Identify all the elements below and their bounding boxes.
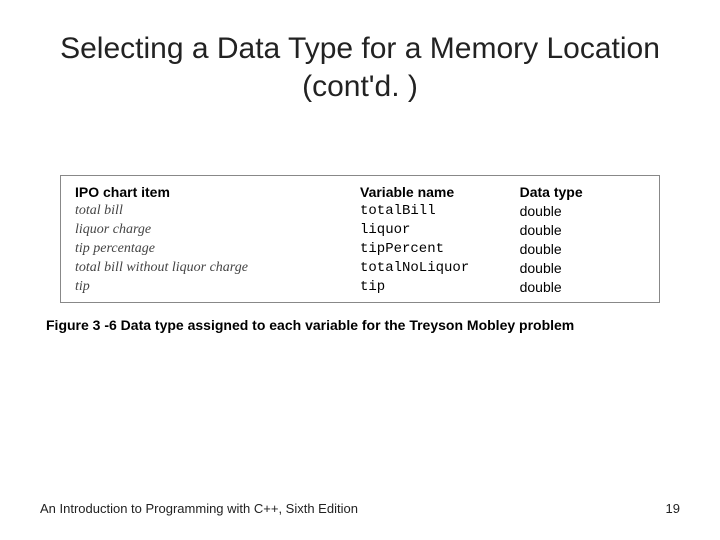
cell-type: double xyxy=(520,202,645,221)
cell-var: liquor xyxy=(360,221,520,240)
slide: Selecting a Data Type for a Memory Locat… xyxy=(0,0,720,540)
cell-item: tip percentage xyxy=(75,240,360,259)
cell-item: total bill without liquor charge xyxy=(75,259,360,278)
table-row: total bill totalBill double xyxy=(75,202,645,221)
cell-type: double xyxy=(520,240,645,259)
header-var: Variable name xyxy=(360,184,520,202)
ipo-chart-box: IPO chart item Variable name Data type t… xyxy=(60,175,660,303)
footer: An Introduction to Programming with C++,… xyxy=(40,501,680,516)
cell-type: double xyxy=(520,259,645,278)
cell-item: liquor charge xyxy=(75,221,360,240)
cell-type: double xyxy=(520,221,645,240)
table-row: total bill without liquor charge totalNo… xyxy=(75,259,645,278)
header-type: Data type xyxy=(520,184,645,202)
footer-book: An Introduction to Programming with C++,… xyxy=(40,501,358,516)
cell-var: totalNoLiquor xyxy=(360,259,520,278)
cell-item: tip xyxy=(75,278,360,297)
header-item: IPO chart item xyxy=(75,184,360,202)
cell-var: tip xyxy=(360,278,520,297)
cell-item: total bill xyxy=(75,202,360,221)
page-title: Selecting a Data Type for a Memory Locat… xyxy=(40,30,680,105)
cell-var: tipPercent xyxy=(360,240,520,259)
table-row: liquor charge liquor double xyxy=(75,221,645,240)
table-row: tip tip double xyxy=(75,278,645,297)
table-header-row: IPO chart item Variable name Data type xyxy=(75,184,645,202)
table-row: tip percentage tipPercent double xyxy=(75,240,645,259)
cell-type: double xyxy=(520,278,645,297)
ipo-table: IPO chart item Variable name Data type t… xyxy=(75,184,645,296)
footer-page: 19 xyxy=(666,501,680,516)
figure-caption: Figure 3 -6 Data type assigned to each v… xyxy=(46,317,680,333)
cell-var: totalBill xyxy=(360,202,520,221)
